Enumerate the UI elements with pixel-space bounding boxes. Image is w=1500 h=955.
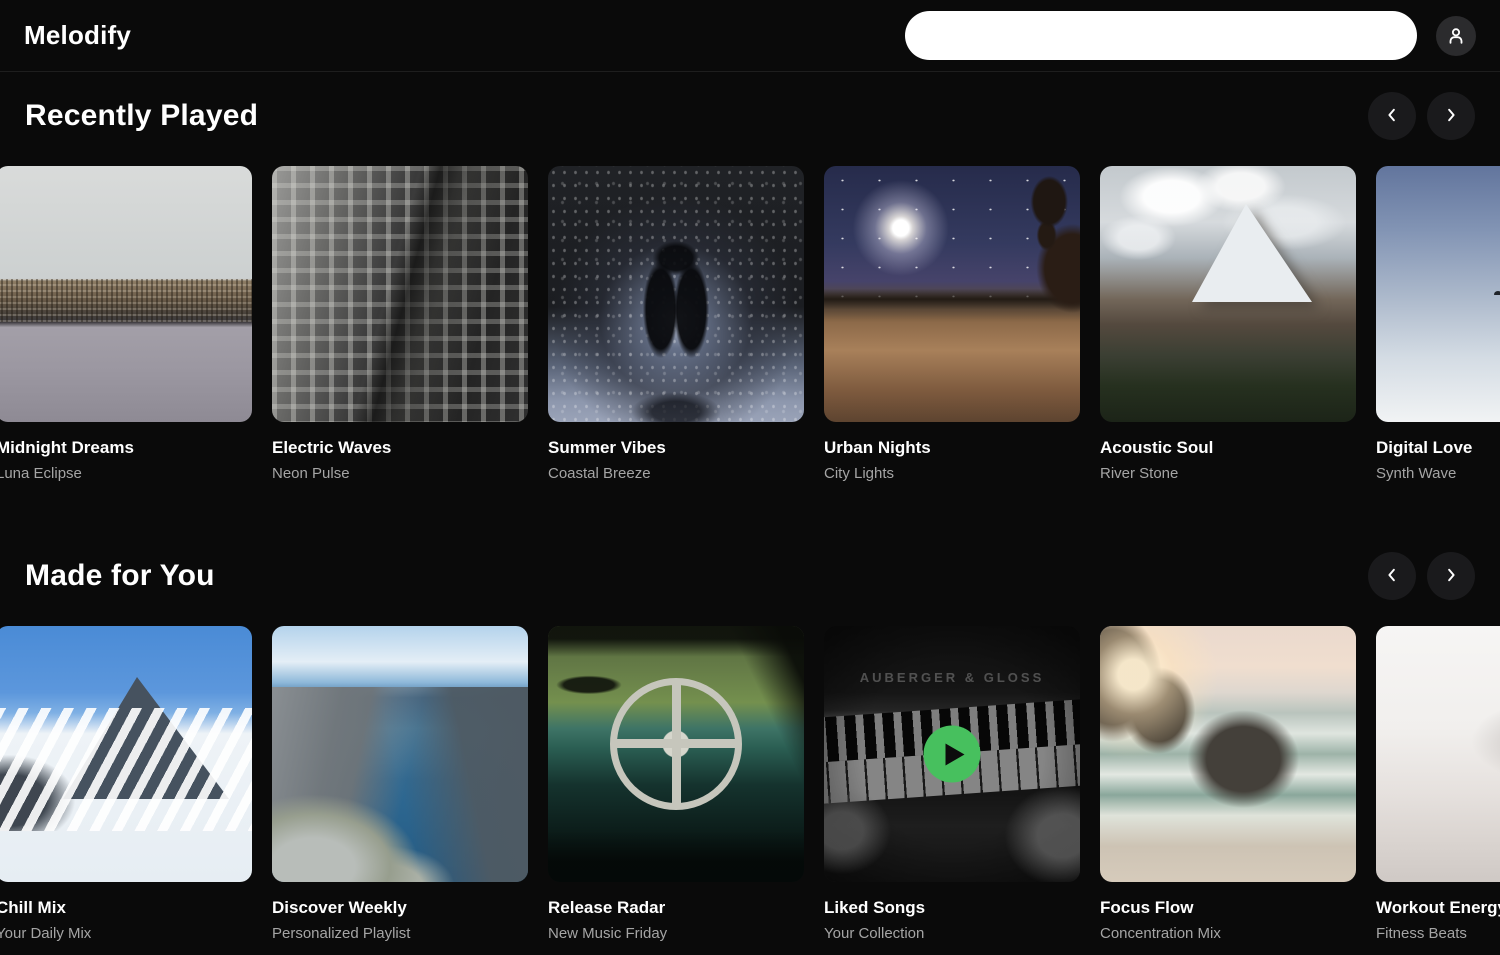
album-art-pale-sky [1376, 166, 1500, 422]
album-art-piano-hands: AUBERGER & GLOSS [824, 626, 1080, 882]
album-art-desert-night [824, 166, 1080, 422]
chevron-right-icon [1442, 106, 1460, 127]
playlist-card-digital-love[interactable]: Digital Love Synth Wave [1376, 166, 1500, 482]
carousel-nav [1368, 552, 1475, 600]
album-art-sea-cliffs [1100, 626, 1356, 882]
card-subtitle: Luna Eclipse [0, 465, 252, 482]
card-title: Urban Nights [824, 438, 1080, 458]
play-icon [946, 743, 965, 765]
section-title: Made for You [25, 559, 215, 593]
card-title: Acoustic Soul [1100, 438, 1356, 458]
playlist-card-chill-mix[interactable]: Chill Mix Your Daily Mix [0, 626, 252, 942]
card-subtitle: Your Collection [824, 925, 1080, 942]
card-row: Chill Mix Your Daily Mix Discover Weekly… [0, 626, 1500, 942]
chevron-left-icon [1383, 566, 1401, 587]
scroll-left-button[interactable] [1368, 92, 1416, 140]
play-button[interactable] [924, 726, 981, 783]
card-title: Focus Flow [1100, 898, 1356, 918]
section-made-for-you: Made for You Chill Mix Your Daily Mix Di… [0, 552, 1500, 942]
section-recently-played: Recently Played Midnight Dreams Luna Ecl… [0, 92, 1500, 482]
card-subtitle: River Stone [1100, 465, 1356, 482]
album-art-matterhorn [1100, 166, 1356, 422]
user-profile-button[interactable] [1436, 16, 1476, 56]
playlist-card-midnight-dreams[interactable]: Midnight Dreams Luna Eclipse [0, 166, 252, 482]
app-header: Melodify [0, 0, 1500, 72]
card-title: Chill Mix [0, 898, 252, 918]
album-art-bw-skyscrapers [272, 166, 528, 422]
card-title: Discover Weekly [272, 898, 528, 918]
search-input[interactable] [905, 11, 1417, 60]
album-art-fjord [272, 626, 528, 882]
playlist-card-liked-songs[interactable]: AUBERGER & GLOSS Liked Songs Your Collec… [824, 626, 1080, 942]
card-title: Workout Energy [1376, 898, 1500, 918]
playlist-card-acoustic-soul[interactable]: Acoustic Soul River Stone [1100, 166, 1356, 482]
card-subtitle: Fitness Beats [1376, 925, 1500, 942]
card-title: Digital Love [1376, 438, 1500, 458]
person-icon [1445, 25, 1467, 47]
card-title: Release Radar [548, 898, 804, 918]
section-header: Recently Played [0, 92, 1500, 140]
card-subtitle: Neon Pulse [272, 465, 528, 482]
card-subtitle: Your Daily Mix [0, 925, 252, 942]
playlist-card-focus-flow[interactable]: Focus Flow Concentration Mix [1100, 626, 1356, 942]
card-subtitle: New Music Friday [548, 925, 804, 942]
card-subtitle: Concentration Mix [1100, 925, 1356, 942]
album-art-night-rain [548, 166, 804, 422]
card-subtitle: Coastal Breeze [548, 465, 804, 482]
chevron-right-icon [1442, 566, 1460, 587]
album-art-snowy-mountain [0, 626, 252, 882]
scroll-right-button[interactable] [1427, 92, 1475, 140]
album-art-foggy-mountain [1376, 626, 1500, 882]
playlist-card-workout-energy[interactable]: Workout Energy Fitness Beats [1376, 626, 1500, 942]
scroll-left-button[interactable] [1368, 552, 1416, 600]
card-subtitle: Synth Wave [1376, 465, 1500, 482]
app-logo[interactable]: Melodify [24, 20, 131, 51]
playlist-card-summer-vibes[interactable]: Summer Vibes Coastal Breeze [548, 166, 804, 482]
card-title: Electric Waves [272, 438, 528, 458]
section-header: Made for You [0, 552, 1500, 600]
card-title: Midnight Dreams [0, 438, 252, 458]
chevron-left-icon [1383, 106, 1401, 127]
playlist-card-urban-nights[interactable]: Urban Nights City Lights [824, 166, 1080, 482]
playlist-card-release-radar[interactable]: Release Radar New Music Friday [548, 626, 804, 942]
card-title: Summer Vibes [548, 438, 804, 458]
album-art-vintage-car [548, 626, 804, 882]
carousel-nav [1368, 92, 1475, 140]
card-title: Liked Songs [824, 898, 1080, 918]
scroll-right-button[interactable] [1427, 552, 1475, 600]
album-art-rocky-pier [0, 166, 252, 422]
section-title: Recently Played [25, 99, 258, 133]
card-subtitle: City Lights [824, 465, 1080, 482]
card-row: Midnight Dreams Luna Eclipse Electric Wa… [0, 166, 1500, 482]
card-subtitle: Personalized Playlist [272, 925, 528, 942]
playlist-card-electric-waves[interactable]: Electric Waves Neon Pulse [272, 166, 528, 482]
playlist-card-discover-weekly[interactable]: Discover Weekly Personalized Playlist [272, 626, 528, 942]
